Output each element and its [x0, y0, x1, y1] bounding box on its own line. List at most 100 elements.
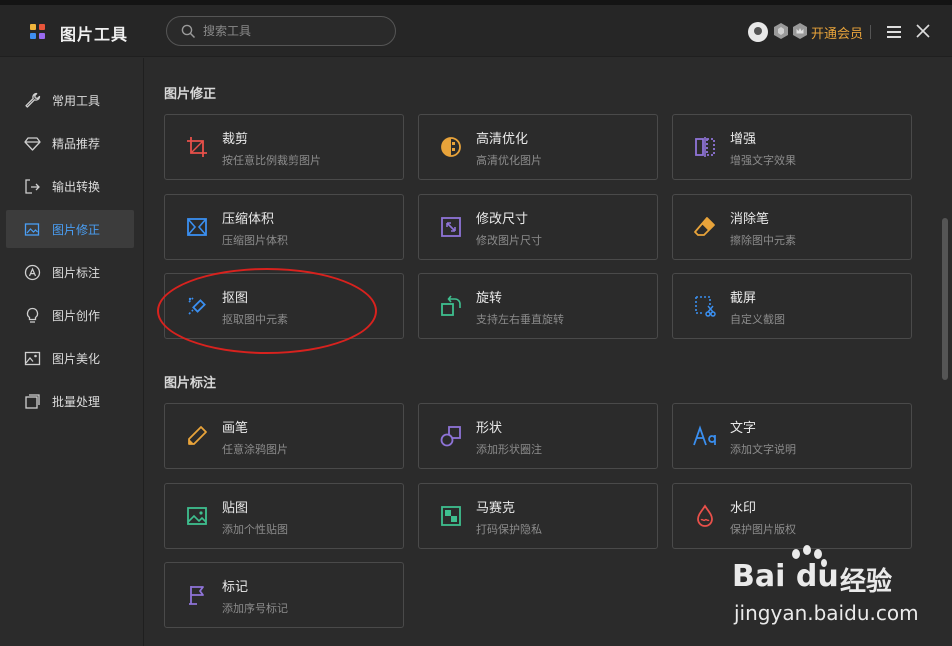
hd-enhance-icon: [441, 137, 461, 157]
tool-desc: 任意涂鸦图片: [222, 443, 288, 456]
sidebar-item-image-beautify[interactable]: 图片美化: [6, 339, 134, 377]
image-icon: [24, 351, 41, 366]
menu-icon[interactable]: [887, 25, 901, 39]
search-input[interactable]: [203, 22, 383, 40]
member-level-icon: [774, 23, 788, 39]
bulb-icon: [26, 307, 39, 323]
tool-card-crop[interactable]: 裁剪 按任意比例裁剪图片: [164, 114, 404, 180]
tool-card-screenshot[interactable]: 截屏 自定义截图: [672, 273, 912, 339]
tool-name: 水印: [730, 501, 757, 516]
tool-card-mosaic[interactable]: 马赛克 打码保护隐私: [418, 483, 658, 549]
tool-desc: 按任意比例裁剪图片: [222, 154, 321, 167]
section-title-image-annotation: 图片标注: [164, 376, 217, 391]
tool-desc: 添加个性贴图: [222, 523, 288, 536]
tool-name: 旋转: [476, 291, 503, 306]
sticker-icon: [187, 507, 207, 525]
sidebar-item-label: 图片修正: [52, 223, 101, 237]
tool-name: 文字: [730, 421, 757, 436]
tool-card-rotate[interactable]: 旋转 支持左右垂直旋转: [418, 273, 658, 339]
tool-desc: 添加形状圈注: [476, 443, 542, 456]
tool-card-enhance[interactable]: 增强 增强文字效果: [672, 114, 912, 180]
rotate-icon: [441, 295, 461, 316]
cutout-icon: [188, 297, 206, 315]
tool-name: 消除笔: [730, 212, 770, 227]
sidebar-item-label: 图片美化: [52, 352, 101, 366]
tool-desc: 增强文字效果: [730, 154, 796, 167]
sidebar-item-image-creation[interactable]: 图片创作: [6, 296, 134, 334]
enhance-icon: [695, 137, 715, 157]
annotate-icon: [24, 264, 41, 281]
tool-desc: 保护图片版权: [730, 523, 796, 536]
crop-icon: [187, 137, 207, 157]
tool-desc: 压缩图片体积: [222, 234, 288, 247]
tool-desc: 添加序号标记: [222, 602, 288, 615]
sidebar-item-label: 批量处理: [52, 395, 101, 409]
close-icon[interactable]: [915, 23, 931, 39]
tool-desc: 添加文字说明: [730, 443, 796, 456]
sidebar-item-batch-process[interactable]: 批量处理: [6, 382, 134, 420]
watermark-url: jingyan.baidu.com: [734, 601, 919, 625]
watermark-icon: [697, 504, 713, 527]
tool-name: 标记: [222, 580, 249, 595]
tool-name: 马赛克: [476, 501, 516, 516]
sidebar-item-recommended[interactable]: 精品推荐: [6, 124, 134, 162]
tool-desc: 修改图片尺寸: [476, 234, 542, 247]
flag-icon: [189, 586, 204, 605]
tool-name: 高清优化: [476, 132, 529, 147]
vip-subscribe-link[interactable]: 开通会员: [811, 23, 863, 42]
sidebar-item-image-correction[interactable]: 图片修正: [6, 210, 134, 248]
image-edit-icon: [24, 223, 40, 236]
sidebar-item-label: 输出转换: [52, 180, 101, 194]
app-logo-icon: [30, 24, 46, 40]
user-avatar[interactable]: [748, 22, 768, 42]
tool-desc: 打码保护隐私: [476, 523, 542, 536]
sidebar-item-label: 精品推荐: [52, 137, 101, 151]
tool-card-compress[interactable]: 压缩体积 压缩图片体积: [164, 194, 404, 260]
tool-desc: 擦除图中元素: [730, 234, 796, 247]
tool-name: 裁剪: [222, 132, 249, 147]
sidebar-item-label: 图片标注: [52, 266, 101, 280]
tool-name: 截屏: [730, 291, 757, 306]
tool-card-cutout[interactable]: 抠图 抠取图中元素: [164, 273, 404, 339]
tool-desc: 抠取图中元素: [222, 313, 288, 326]
resize-icon: [441, 217, 461, 237]
shape-icon: [440, 426, 461, 447]
screenshot-icon: [695, 296, 716, 317]
tool-card-resize[interactable]: 修改尺寸 修改图片尺寸: [418, 194, 658, 260]
wrench-icon: [25, 92, 41, 108]
watermark-jingyan: 经验: [840, 567, 893, 597]
tool-card-flag[interactable]: 标记 添加序号标记: [164, 562, 404, 628]
header-divider: [870, 25, 871, 39]
tool-card-watermark[interactable]: 水印 保护图片版权: [672, 483, 912, 549]
tool-desc: 支持左右垂直旋转: [476, 313, 564, 326]
sidebar-item-output-convert[interactable]: 输出转换: [6, 167, 134, 205]
watermark-brand: Bai du: [732, 559, 839, 594]
text-icon: [693, 425, 716, 446]
tool-card-sticker[interactable]: 贴图 添加个性贴图: [164, 483, 404, 549]
tool-desc: 自定义截图: [730, 313, 785, 326]
tool-card-shape[interactable]: 形状 添加形状圈注: [418, 403, 658, 469]
sidebar-item-common-tools[interactable]: 常用工具: [6, 81, 134, 119]
search-icon: [181, 24, 196, 39]
search-box[interactable]: [166, 16, 396, 46]
tool-card-text[interactable]: 文字 添加文字说明: [672, 403, 912, 469]
tool-desc: 高清优化图片: [476, 154, 542, 167]
convert-icon: [25, 179, 40, 194]
compress-icon: [187, 218, 207, 236]
vertical-scrollbar[interactable]: [942, 218, 948, 380]
tool-name: 形状: [476, 421, 503, 436]
tool-name: 增强: [730, 132, 757, 147]
tool-card-hd-enhance[interactable]: 高清优化 高清优化图片: [418, 114, 658, 180]
sidebar: 常用工具 精品推荐 输出转换 图片修正 图片标注 图片创作 图片美化 批量处理: [0, 58, 144, 646]
tool-card-eraser[interactable]: 消除笔 擦除图中元素: [672, 194, 912, 260]
tool-name: 压缩体积: [222, 212, 275, 227]
app-title: 图片工具: [60, 25, 129, 44]
tool-name: 修改尺寸: [476, 212, 529, 227]
pen-icon: [188, 426, 207, 445]
sidebar-item-label: 常用工具: [52, 94, 101, 108]
tool-card-pen[interactable]: 画笔 任意涂鸦图片: [164, 403, 404, 469]
tool-name: 画笔: [222, 421, 249, 436]
sidebar-item-label: 图片创作: [52, 309, 101, 323]
tool-name: 贴图: [222, 501, 249, 516]
sidebar-item-image-annotation[interactable]: 图片标注: [6, 253, 134, 291]
